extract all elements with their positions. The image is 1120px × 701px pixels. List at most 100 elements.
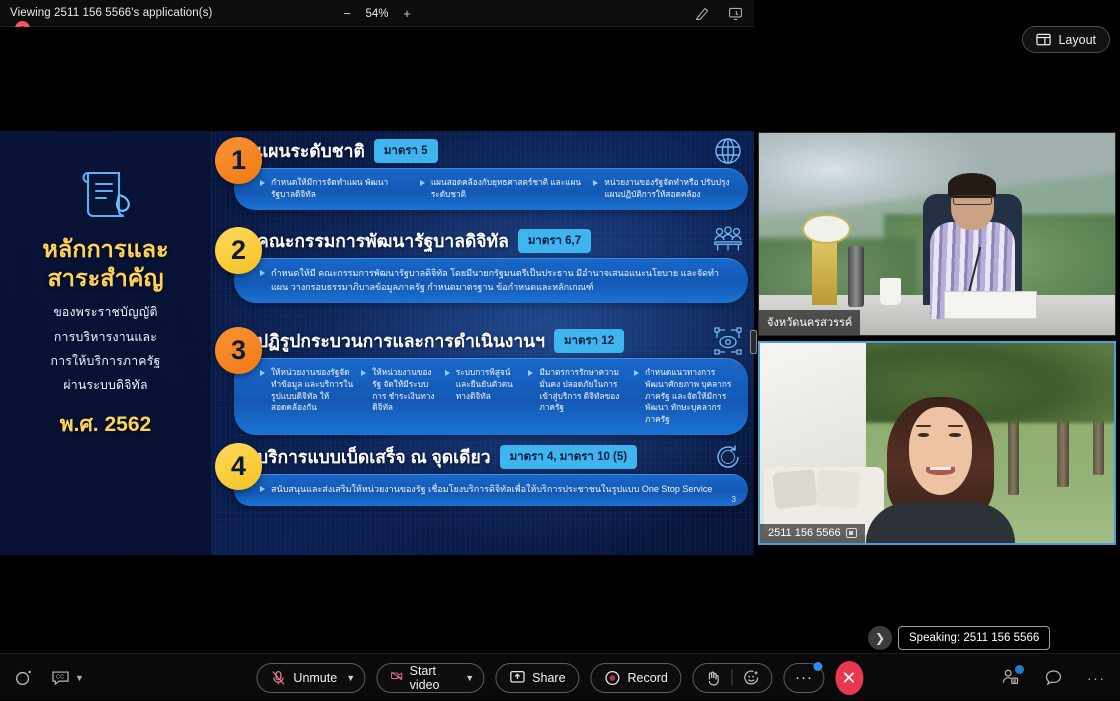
viewing-label: Viewing 2511 156 5566's application(s): [10, 7, 212, 19]
slide-page-number: 3: [732, 495, 736, 504]
slide-item-badge: มาตรา 6,7: [518, 229, 591, 253]
slide-item-badge: มาตรา 5: [374, 139, 438, 163]
reactions-group: [693, 663, 773, 693]
slide-left-title-line2: สาระสำคัญ: [0, 264, 211, 293]
record-button[interactable]: Record: [591, 663, 682, 693]
slide-item-number: 1: [215, 137, 262, 184]
slide-item-title: แผนระดับชาติ: [257, 137, 365, 165]
record-label: Record: [628, 671, 668, 685]
speaking-bar: ❯ Speaking: 2511 156 5566: [868, 626, 1050, 650]
camera-off-icon: [390, 670, 402, 686]
start-video-label: Start video: [410, 664, 457, 692]
thumbnail-person: [918, 433, 929, 437]
slide-bullet: แผนสอดคล้องกับยุทธศาสตร์ชาติ และแผนระดับ…: [420, 177, 586, 201]
slide-item-2: 2 คณะกรรมการพัฒนารัฐบาลดิจิทัล มาตรา 6,7: [212, 227, 748, 303]
slide-bullet: กำหนดให้มีการจัดทำแผน พัฒนารัฐบาลดิจิทัล: [260, 177, 412, 201]
speaker-nav-chevron-right-icon[interactable]: ❯: [868, 626, 892, 650]
slide-items: 1 แผนระดับชาติ มาตรา 5 กำหนดให้มีการจ: [212, 131, 754, 555]
globe-icon: [712, 135, 744, 167]
share-top-bar: Viewing 2511 156 5566's application(s) −…: [0, 0, 754, 27]
slide-item-body: กำหนดให้มีการจัดทำแผน พัฒนารัฐบาลดิจิทัล…: [234, 168, 748, 210]
slide-bullet: กำหนดให้มี คณะกรรมการพัฒนารัฐบาลดิจิทัล …: [260, 267, 736, 294]
scroll-document-icon: [75, 165, 137, 221]
slide-item-title: ปฏิรูปกระบวนการและการดำเนินงานฯ: [257, 327, 545, 355]
participant-name-text: 2511 156 5566: [768, 527, 841, 539]
leave-meeting-button[interactable]: [835, 661, 863, 695]
chevron-down-icon[interactable]: ▼: [465, 673, 474, 683]
thumbnail-decor: [944, 291, 1037, 319]
slide-bullet: หน่วยงานของรัฐจัดทำหรือ ปรับปรุงแผนปฏิบั…: [593, 177, 736, 201]
slide-bullet: ระบบการพิสูจน์ และยืนยันตัวตน ทางดิจิทัล: [445, 367, 521, 426]
slide-left-subtitle: ของพระราชบัญญัติ การบริหารงานและ การให้บ…: [0, 300, 211, 397]
share-screen-icon: [509, 670, 525, 686]
thumbnail-decor: [772, 469, 818, 509]
participant-video-tile[interactable]: จังหวัดนครสวรรค์: [758, 132, 1116, 336]
participant-name-label: จังหวัดนครสวรรค์: [759, 310, 860, 335]
slide-year: พ.ศ. 2562: [0, 408, 211, 441]
more-right-button[interactable]: ···: [1087, 668, 1106, 687]
more-options-label: ···: [795, 669, 813, 686]
participant-video-tile-active[interactable]: 2511 156 5566: [758, 341, 1116, 545]
panel-resize-handle[interactable]: [750, 330, 757, 354]
thumbnail-person: [949, 433, 960, 437]
svg-text:CC: CC: [56, 674, 64, 680]
participants-icon[interactable]: [1001, 668, 1020, 687]
chat-bubble-icon[interactable]: [1044, 668, 1063, 687]
layout-button[interactable]: Layout: [1022, 26, 1110, 53]
closed-caption-button[interactable]: CC ▼: [51, 668, 85, 687]
chevron-down-icon[interactable]: ▼: [346, 673, 355, 683]
unmute-label: Unmute: [293, 671, 337, 685]
slide-subtitle-line: ผ่านระบบดิจิทัล: [0, 373, 211, 397]
slide-item-body: กำหนดให้มี คณะกรรมการพัฒนารัฐบาลดิจิทัล …: [234, 258, 748, 303]
slide-item-3: 3 ปฏิรูปกระบวนการและการดำเนินงานฯ มาตรา …: [212, 327, 748, 435]
slide-item-header: บริการแบบเบ็ดเสร็จ ณ จุดเดียว มาตรา 4, ม…: [257, 443, 748, 471]
layout-panel-icon: [1036, 33, 1051, 46]
thumbnail-person: [930, 467, 951, 470]
meeting-toolbar: CC ▼ Unmute ▼: [0, 653, 1120, 700]
toolbar-divider: [732, 670, 733, 686]
thumbnail-person: [909, 407, 973, 495]
remote-screen-icon[interactable]: [727, 5, 744, 22]
start-video-button[interactable]: Start video ▼: [376, 663, 484, 693]
committee-people-icon: [712, 225, 744, 257]
slide-item-bullets: กำหนดให้มีการจัดทำแผน พัฒนารัฐบาลดิจิทัล…: [260, 177, 736, 201]
digital-network-icon: [712, 325, 744, 357]
slide-item-body: ให้หน่วยงานของรัฐจัดทำข้อมูล และบริการใน…: [234, 358, 748, 435]
slide-item-4: 4 บริการแบบเบ็ดเสร็จ ณ จุดเดียว มาตรา 4,…: [212, 443, 748, 506]
speaking-label: Speaking: 2511 156 5566: [909, 632, 1039, 644]
shared-screen-area[interactable]: หลักการและ สาระสำคัญ ของพระราชบัญญัติ กา…: [0, 27, 754, 653]
slide-item-number: 2: [215, 227, 262, 274]
toolbar-center-group: Unmute ▼ Start video ▼ Share: [256, 654, 863, 701]
share-label: Share: [532, 671, 565, 685]
zoom-level-value: 54%: [363, 8, 391, 20]
slide-item-bullets: ให้หน่วยงานของรัฐจัดทำข้อมูล และบริการใน…: [260, 367, 736, 426]
unmute-button[interactable]: Unmute ▼: [256, 663, 365, 693]
raise-hand-icon[interactable]: [706, 670, 721, 686]
slide-item-1: 1 แผนระดับชาติ มาตรา 5 กำหนดให้มีการจ: [212, 137, 748, 210]
slide-subtitle-line: การบริหารงานและ: [0, 325, 211, 349]
audio-settings-icon[interactable]: [14, 668, 33, 687]
share-button[interactable]: Share: [495, 663, 579, 693]
record-circle-icon: [605, 670, 621, 686]
participant-name-text: จังหวัดนครสวรรค์: [767, 313, 852, 331]
zoom-control: − 54% +: [340, 0, 414, 27]
slide-bullet: ให้หน่วยงานของรัฐจัดทำข้อมูล และบริการใน…: [260, 367, 353, 426]
annotate-icon[interactable]: [694, 5, 711, 22]
zoom-in-button[interactable]: +: [400, 7, 414, 21]
notification-badge: [813, 662, 822, 671]
slide-item-number: 4: [215, 443, 262, 490]
notification-badge: [1015, 665, 1024, 674]
thumbnail-decor: [815, 470, 860, 509]
slide-subtitle-line: ของพระราชบัญญัติ: [0, 300, 211, 324]
slide-bullet: สนับสนุนและส่งเสริมให้หน่วยงานของรัฐ เชื…: [260, 483, 736, 497]
slide-item-header: ปฏิรูปกระบวนการและการดำเนินงานฯ มาตรา 12: [257, 327, 748, 355]
slide-item-title: บริการแบบเบ็ดเสร็จ ณ จุดเดียว: [257, 443, 491, 471]
zoom-out-button[interactable]: −: [340, 7, 354, 21]
layout-button-label: Layout: [1058, 33, 1096, 47]
more-options-button[interactable]: ···: [784, 663, 824, 693]
speaking-indicator: Speaking: 2511 156 5566: [898, 626, 1050, 650]
emoji-reaction-icon[interactable]: [744, 670, 760, 686]
slide-item-badge: มาตรา 12: [554, 329, 624, 353]
thumbnail-person: [866, 503, 1015, 545]
slide-item-header: คณะกรรมการพัฒนารัฐบาลดิจิทัล มาตรา 6,7: [257, 227, 748, 255]
